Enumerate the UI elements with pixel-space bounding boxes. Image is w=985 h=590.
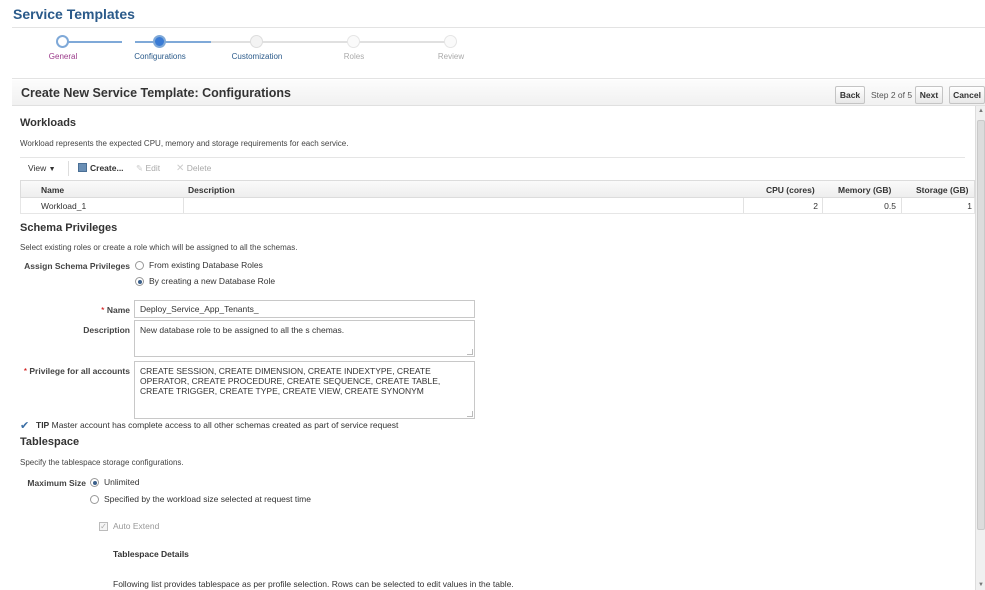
next-button[interactable]: Next <box>915 86 943 104</box>
privilege-text: CREATE SESSION, CREATE DIMENSION, CREATE… <box>140 366 441 396</box>
column-cpu[interactable]: CPU (cores) <box>766 185 815 195</box>
unlimited-radio[interactable] <box>90 478 99 487</box>
create-button[interactable]: Create... <box>78 163 124 173</box>
delete-button[interactable]: ✕ Delete <box>176 163 211 174</box>
resize-handle[interactable] <box>467 349 473 355</box>
tip-message: ✔ TIP Master account has complete access… <box>20 420 399 432</box>
table-row[interactable]: Workload_1 2 0.5 1 <box>20 198 975 214</box>
tablespace-description: Specify the tablespace storage configura… <box>20 458 184 467</box>
column-divider <box>183 198 184 213</box>
step-train: General Configurations Customization Rol… <box>0 30 985 72</box>
schema-privileges-heading: Schema Privileges <box>20 222 118 234</box>
edit-button[interactable]: ✎ Edit <box>136 163 160 174</box>
workloads-description: Workload represents the expected CPU, me… <box>20 139 349 148</box>
check-icon: ✔ <box>20 420 30 432</box>
step-customization-node[interactable] <box>250 35 263 48</box>
page-title-bar: Service Templates <box>0 0 985 28</box>
column-name[interactable]: Name <box>41 185 64 195</box>
specified-radio[interactable] <box>90 495 99 504</box>
role-description-label: Description <box>83 325 130 335</box>
resize-handle[interactable] <box>467 411 473 417</box>
column-description[interactable]: Description <box>188 185 235 195</box>
tablespace-details-text: Following list provides tablespace as pe… <box>113 579 514 589</box>
column-storage[interactable]: Storage (GB) <box>916 185 968 195</box>
existing-roles-label[interactable]: From existing Database Roles <box>149 260 263 270</box>
privilege-textarea[interactable]: CREATE SESSION, CREATE DIMENSION, CREATE… <box>134 361 475 419</box>
role-name-label: * Name <box>20 305 130 315</box>
view-label: View <box>28 163 47 173</box>
divider <box>12 78 985 79</box>
back-button[interactable]: Back <box>835 86 865 104</box>
page-title: Service Templates <box>13 6 135 22</box>
tip-label: TIP <box>36 420 50 430</box>
column-memory[interactable]: Memory (GB) <box>838 185 891 195</box>
vertical-scrollbar[interactable]: ▲ ▼ <box>975 106 985 590</box>
workloads-toolbar: View ▼ Create... ✎ Edit ✕ Delete <box>20 157 965 179</box>
auto-extend-checkbox: ✓ <box>99 522 108 531</box>
unlimited-label[interactable]: Unlimited <box>104 477 139 487</box>
step-configurations-node <box>153 35 166 48</box>
cell-memory: 0.5 <box>884 201 896 211</box>
step-review-node <box>444 35 457 48</box>
tablespace-details-heading: Tablespace Details <box>113 549 189 559</box>
delete-label: Delete <box>186 163 212 173</box>
cell-storage: 1 <box>967 201 972 211</box>
page-header: Create New Service Template: Configurati… <box>12 80 985 106</box>
page-heading: Create New Service Template: Configurati… <box>21 86 291 100</box>
privilege-label: * Privilege for all accounts <box>20 366 130 376</box>
schema-privileges-description: Select existing roles or create a role w… <box>20 243 298 252</box>
assign-schema-label: Assign Schema Privileges <box>24 261 130 271</box>
cell-cpu: 2 <box>813 201 818 211</box>
tip-text: Master account has complete access to al… <box>51 420 399 430</box>
existing-roles-radio[interactable] <box>135 261 144 270</box>
scroll-down-icon[interactable]: ▼ <box>977 580 985 590</box>
chevron-down-icon: ▼ <box>48 166 56 173</box>
cell-name: Workload_1 <box>41 201 87 211</box>
role-description-textarea[interactable]: New database role to be assigned to all … <box>134 320 475 357</box>
train-connector <box>211 41 451 43</box>
step-general-node[interactable] <box>56 35 69 48</box>
step-configurations-label: Configurations <box>134 52 186 61</box>
toolbar-divider <box>68 161 69 176</box>
step-roles-label: Roles <box>343 52 365 61</box>
auto-extend-label: Auto Extend <box>113 521 160 531</box>
edit-label: Edit <box>145 163 161 173</box>
maximum-size-label: Maximum Size <box>27 478 86 488</box>
role-description-text: New database role to be assigned to all … <box>140 325 345 335</box>
delete-icon: ✕ <box>176 163 185 174</box>
role-name-input[interactable]: Deploy_Service_App_Tenants_ <box>134 300 475 318</box>
privilege-label-text: Privilege for all accounts <box>29 366 130 376</box>
step-customization-label[interactable]: Customization <box>212 52 302 61</box>
new-role-label[interactable]: By creating a new Database Role <box>149 276 275 286</box>
new-role-radio[interactable] <box>135 277 144 286</box>
step-review-label: Review <box>437 52 465 61</box>
role-name-label-text: Name <box>106 305 130 315</box>
scroll-thumb[interactable] <box>977 120 985 530</box>
step-indicator: Step 2 of 5 <box>871 90 913 100</box>
view-menu[interactable]: View ▼ <box>28 163 56 173</box>
train-connector <box>135 41 211 43</box>
workloads-heading: Workloads <box>20 117 77 129</box>
divider <box>12 27 985 28</box>
cancel-button[interactable]: Cancel <box>949 86 985 104</box>
step-general-label[interactable]: General <box>18 52 108 61</box>
table-header: Name Description CPU (cores) Memory (GB)… <box>20 180 975 198</box>
create-icon <box>78 163 87 172</box>
pencil-icon: ✎ <box>136 163 144 173</box>
step-roles-node <box>347 35 360 48</box>
tablespace-heading: Tablespace <box>20 436 80 448</box>
train-connector <box>62 41 122 43</box>
scroll-up-icon[interactable]: ▲ <box>977 106 985 116</box>
create-label: Create... <box>90 163 124 173</box>
specified-label[interactable]: Specified by the workload size selected … <box>104 494 311 504</box>
